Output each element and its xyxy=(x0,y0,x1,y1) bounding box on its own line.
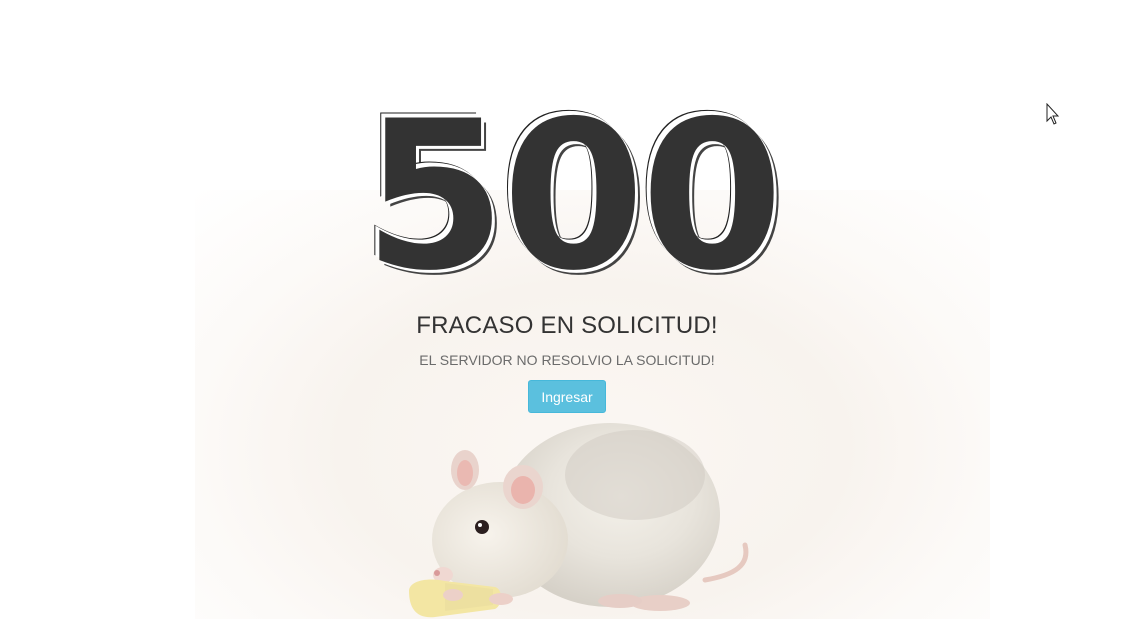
error-title: FRACASO EN SOLICITUD! xyxy=(416,312,718,339)
error-page: 500 FRACASO EN SOLICITUD! EL SERVIDOR NO… xyxy=(0,0,1143,619)
error-message: EL SERVIDOR NO RESOLVIO LA SOLICITUD! xyxy=(419,352,715,368)
rat-illustration xyxy=(409,423,749,618)
error-code: 500 xyxy=(363,78,784,316)
mouse-cursor-icon xyxy=(1046,103,1060,125)
